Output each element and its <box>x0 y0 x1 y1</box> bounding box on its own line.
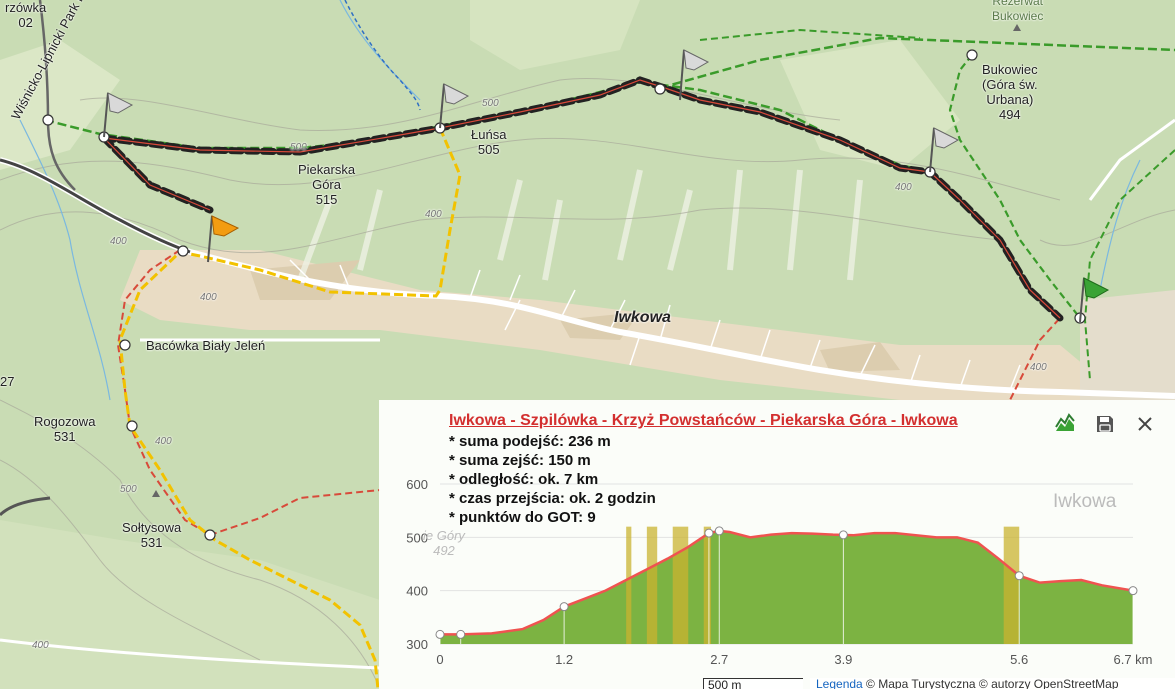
contour-label: 400 <box>425 209 442 220</box>
contour-label: 400 <box>1030 362 1047 373</box>
legend-link[interactable]: Legenda <box>816 678 863 689</box>
peak-label-partial: 27 <box>0 374 15 389</box>
steep-segment <box>703 526 711 644</box>
stat-descent: * suma zejść: 150 m <box>449 452 591 469</box>
scale-bar: 500 m <box>703 678 803 689</box>
contour-label: 400 <box>200 292 217 303</box>
stat-got-points: * punktów do GOT: 9 <box>449 509 596 526</box>
hut-label: Bacówka Biały Jeleń <box>146 338 266 353</box>
stat-ascent: * suma podejść: 236 m <box>449 433 611 450</box>
stat-time: * czas przejścia: ok. 2 godzin <box>449 490 656 507</box>
x-tick-label: 5.6 <box>1010 652 1028 667</box>
y-tick-label: 400 <box>406 584 428 599</box>
peak-label-rogozowa: Rogozowa 531 <box>34 414 96 444</box>
stat-distance: * odległość: ok. 7 km <box>449 471 599 488</box>
x-tick-label: 6.7 km <box>1113 652 1152 667</box>
peak-label-soltysowa: Sołtysowa 531 <box>122 520 182 550</box>
peak-label-bukowiec: Bukowiec (Góra św. Urbana) 494 <box>982 62 1038 122</box>
save-icon[interactable] <box>1094 413 1116 435</box>
route-panel: 300 400 500 600 0 1.2 2.7 3.9 5.6 6.7 km Iwkowa i… <box>379 400 1175 689</box>
waypoint-marker <box>559 602 569 612</box>
y-tick-label: 300 <box>406 637 428 652</box>
waypoint-marker <box>456 629 466 639</box>
reserve-label: Rezerwat Bukowiec <box>992 0 1044 23</box>
attribution-bar: Legenda © Mapa Turystyczna © autorzy Ope… <box>810 678 1175 689</box>
contour-label: 500 <box>482 98 499 109</box>
attribution-text: © Mapa Turystyczna © autorzy OpenStreetM… <box>862 678 1119 689</box>
village-area <box>1080 290 1175 400</box>
contour-label: 400 <box>155 436 172 447</box>
contour-label: 500 <box>290 142 307 153</box>
x-tick-label: 0 <box>436 652 443 667</box>
y-tick-label: 600 <box>406 477 428 492</box>
waypoint-marker <box>1014 571 1024 581</box>
contour-label: 400 <box>110 236 127 247</box>
elevation-profile-icon[interactable] <box>1054 413 1076 435</box>
contour-label: 400 <box>32 640 49 651</box>
waypoint-marker <box>435 629 445 639</box>
peak-label-partial: rzówka 02 <box>5 0 47 30</box>
map-label-underlay: ie Góry 492 <box>423 528 465 558</box>
x-tick-label: 2.7 <box>710 652 728 667</box>
waypoint-marker <box>704 528 714 538</box>
contour-label: 500 <box>120 484 137 495</box>
peak-label-piekarska: Piekarska Góra 515 <box>298 162 356 207</box>
route-title[interactable]: Iwkowa - Szpilówka - Krzyż Powstańców - … <box>449 412 958 430</box>
close-icon[interactable] <box>1134 413 1156 435</box>
waypoint-marker <box>838 530 848 540</box>
waypoint-marker <box>714 526 724 536</box>
waypoint-marker <box>1128 586 1138 596</box>
x-tick-label: 3.9 <box>834 652 852 667</box>
contour-label: 400 <box>895 182 912 193</box>
peak-label-lunsa: Łuńsa 505 <box>471 127 507 157</box>
village-label-iwkowa: Iwkowa <box>614 309 671 326</box>
x-tick-label: 1.2 <box>555 652 573 667</box>
map-label-underlay: Iwkowa <box>1053 491 1117 512</box>
